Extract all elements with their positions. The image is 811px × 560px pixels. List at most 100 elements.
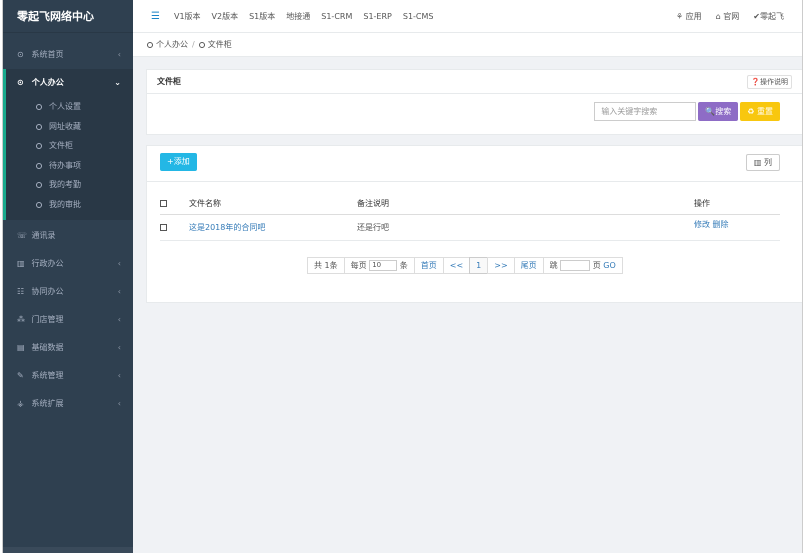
sidebar-item-personal-office[interactable]: ⊙ 个人办公 ⌄ bbox=[3, 69, 133, 97]
go-button[interactable]: GO bbox=[603, 261, 616, 270]
chevron-left-icon: ‹ bbox=[117, 259, 121, 268]
sidebar-subitem-label: 待办事项 bbox=[49, 160, 81, 170]
sidebar-subitem-label: 我的审批 bbox=[49, 199, 81, 209]
top-right-links: ⚘ 应用 ⌂ 官网 ✔零起飞 bbox=[662, 0, 784, 33]
delete-link[interactable]: 删除 bbox=[713, 220, 729, 229]
breadcrumb-item[interactable]: 个人办公 bbox=[156, 39, 188, 50]
building-icon: ▥ bbox=[17, 259, 25, 268]
help-button[interactable]: ❓操作说明 bbox=[747, 74, 792, 89]
sidebar-subitem-file-cabinet[interactable]: 文件柜 bbox=[6, 136, 133, 156]
top-nav-v2[interactable]: V2版本 bbox=[212, 11, 239, 22]
top-nav-s1[interactable]: S1版本 bbox=[249, 11, 275, 22]
pager-current-page[interactable]: 1 bbox=[469, 257, 489, 274]
jump-page-input[interactable] bbox=[560, 260, 591, 271]
sidebar-subitem-attendance[interactable]: 我的考勤 bbox=[6, 175, 133, 195]
top-nav-dijietong[interactable]: 地接通 bbox=[286, 11, 310, 22]
search-button[interactable]: 🔍搜索 bbox=[698, 102, 739, 121]
file-table: 文件名称 备注说明 操作 这是2018年的合同吧 还是行吧 修改 删除 bbox=[160, 194, 780, 241]
sidebar-item-base-data[interactable]: ▤ 基础数据 ‹ bbox=[3, 334, 133, 362]
sidebar-item-admin-office[interactable]: ▥ 行政办公 ‹ bbox=[3, 250, 133, 278]
pager-total: 共 1条 bbox=[307, 257, 345, 274]
sidebar-subitem-settings[interactable]: 个人设置 bbox=[6, 97, 133, 117]
chevron-left-icon: ‹ bbox=[117, 315, 121, 324]
official-site-link[interactable]: ⌂ 官网 bbox=[716, 11, 740, 22]
submenu-personal-office: 个人设置 网址收藏 文件柜 待办事项 我的考勤 我的审批 bbox=[3, 97, 133, 220]
search-panel: 文件柜 ❓操作说明 🔍搜索 ♻ 重置 bbox=[146, 69, 802, 135]
top-nav-s1-erp[interactable]: S1-ERP bbox=[363, 12, 392, 21]
pager-last[interactable]: 尾页 bbox=[513, 257, 544, 274]
row-select-cell bbox=[160, 214, 189, 241]
sidebar-item-label: 系统首页 bbox=[31, 50, 64, 59]
table-header-row: 文件名称 备注说明 操作 bbox=[160, 194, 780, 215]
sidebar-subitem-label: 个人设置 bbox=[49, 102, 81, 111]
top-nav-s1-cms[interactable]: S1-CMS bbox=[403, 12, 434, 21]
sidebar-item-contacts[interactable]: ☏ 通讯录 bbox=[3, 222, 133, 250]
chevron-left-icon: ‹ bbox=[117, 50, 121, 59]
column-header-note[interactable]: 备注说明 bbox=[357, 194, 694, 215]
chevron-left-icon: ‹ bbox=[117, 343, 121, 352]
note-cell: 还是行吧 bbox=[357, 214, 694, 241]
columns-button[interactable]: ▥ 列 bbox=[745, 154, 780, 171]
column-header-ops: 操作 bbox=[694, 194, 780, 215]
per-page-unit: 条 bbox=[399, 261, 408, 270]
sidebar-subitem-label: 网址收藏 bbox=[49, 121, 81, 131]
divider bbox=[147, 181, 802, 182]
sidebar-subitem-label: 文件柜 bbox=[49, 141, 73, 150]
sidebar-item-system-ext[interactable]: ⚶ 系统扩展 ‹ bbox=[3, 390, 133, 418]
edit-link[interactable]: 修改 bbox=[694, 220, 710, 229]
pager-jump: 跳 页 GO bbox=[542, 257, 623, 274]
file-name-cell: 这是2018年的合同吧 bbox=[189, 214, 357, 241]
reset-button[interactable]: ♻ 重置 bbox=[740, 102, 780, 121]
sidebar-item-label: 系统扩展 bbox=[31, 399, 64, 408]
menu-toggle-icon[interactable]: ☰ bbox=[151, 11, 160, 22]
row-checkbox[interactable] bbox=[160, 223, 167, 231]
pager-first[interactable]: 首页 bbox=[413, 257, 444, 274]
circle-icon bbox=[36, 201, 42, 208]
add-button[interactable]: +添加 bbox=[160, 153, 197, 171]
breadcrumb: 个人办公 / 文件柜 bbox=[133, 33, 802, 57]
apps-link[interactable]: ⚘ 应用 bbox=[676, 11, 702, 22]
jump-unit: 页 bbox=[592, 261, 601, 270]
plugin-icon: ⚶ bbox=[17, 399, 24, 408]
pager-next[interactable]: >> bbox=[487, 257, 515, 274]
top-nav-v1[interactable]: V1版本 bbox=[174, 11, 201, 22]
sitemap-icon: ⁂ bbox=[17, 315, 25, 324]
sidebar-item-label: 基础数据 bbox=[31, 343, 64, 352]
per-page-input[interactable]: 10 bbox=[369, 260, 398, 271]
sidebar-item-store-mgmt[interactable]: ⁂ 门店管理 ‹ bbox=[3, 306, 133, 334]
phone-icon: ☏ bbox=[17, 231, 28, 240]
sidebar-item-home[interactable]: ⊙ 系统首页 ‹ bbox=[3, 41, 133, 69]
circle-icon bbox=[36, 143, 42, 149]
chevron-down-icon: ⌄ bbox=[114, 78, 121, 87]
sidebar-item-label: 协同办公 bbox=[31, 287, 64, 296]
chevron-left-icon: ‹ bbox=[117, 399, 121, 408]
brand-title: 零起飞网络中心 bbox=[3, 0, 133, 33]
sidebar-subitem-label: 我的考勤 bbox=[49, 180, 81, 189]
sidebar-item-system-mgmt[interactable]: ✎ 系统管理 ‹ bbox=[3, 362, 133, 390]
sidebar-item-label: 个人办公 bbox=[31, 78, 64, 87]
circle-icon bbox=[198, 41, 205, 48]
select-all-checkbox[interactable] bbox=[160, 200, 167, 208]
top-navbar: ☰ V1版本 V2版本 S1版本 地接通 S1-CRM S1-ERP S1-CM… bbox=[133, 0, 802, 33]
chevron-left-icon: ‹ bbox=[117, 371, 121, 380]
top-nav-s1-crm[interactable]: S1-CRM bbox=[321, 12, 352, 21]
chevron-left-icon: ‹ bbox=[117, 287, 121, 296]
sidebar-subitem-approval[interactable]: 我的审批 bbox=[6, 195, 133, 215]
circle-icon bbox=[36, 182, 42, 188]
sidebar-item-label: 系统管理 bbox=[31, 371, 64, 380]
breadcrumb-separator: / bbox=[192, 40, 195, 49]
sidebar-item-collab-office[interactable]: ☷ 协同办公 ‹ bbox=[3, 278, 133, 306]
dashboard-icon: ⊙ bbox=[17, 50, 24, 59]
sidebar-item-label: 行政办公 bbox=[31, 259, 64, 268]
sidebar-subitem-todo[interactable]: 待办事项 bbox=[6, 156, 133, 176]
file-name-link[interactable]: 这是2018年的合同吧 bbox=[189, 223, 265, 232]
sidebar-subitem-bookmarks[interactable]: 网址收藏 bbox=[6, 117, 133, 137]
breadcrumb-item[interactable]: 文件柜 bbox=[208, 39, 232, 50]
column-header-name[interactable]: 文件名称 bbox=[189, 194, 357, 215]
user-menu[interactable]: ✔零起飞 bbox=[753, 11, 784, 22]
search-input[interactable] bbox=[594, 102, 697, 121]
circle-icon bbox=[36, 123, 42, 130]
pager-prev[interactable]: << bbox=[442, 257, 471, 274]
ops-cell: 修改 删除 bbox=[694, 214, 780, 241]
search-row: 🔍搜索 ♻ 重置 bbox=[594, 102, 780, 121]
